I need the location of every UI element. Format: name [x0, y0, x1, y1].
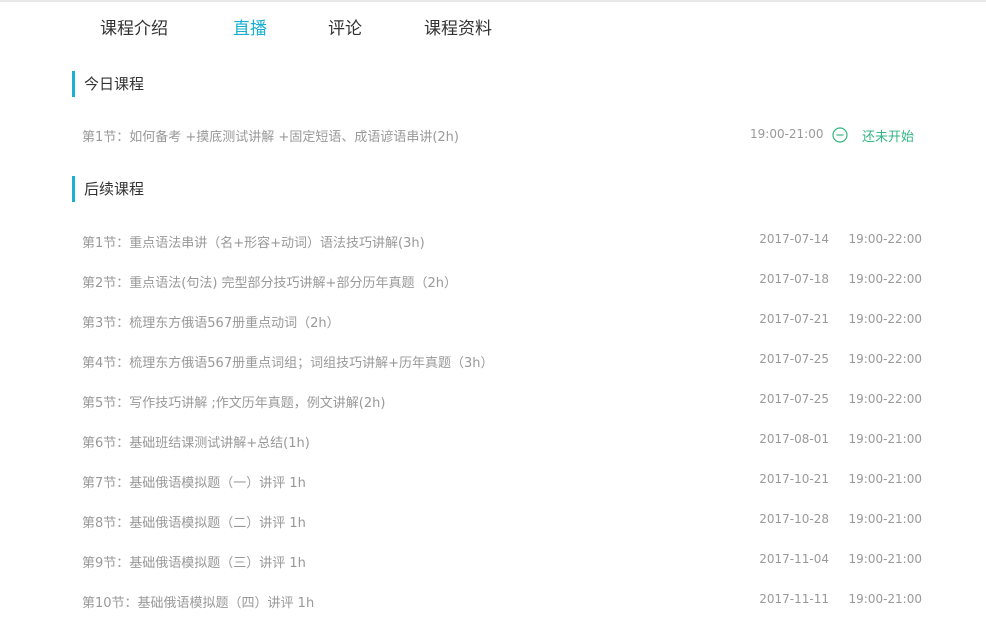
lesson-date: 2017-07-21 — [759, 312, 829, 326]
lesson-time: 19:00-22:00 — [848, 312, 923, 326]
lesson-row[interactable]: 第1节：重点语法串讲（名+形容+动词）语法技巧讲解(3h) 2017-07-14 1… — [82, 232, 922, 252]
lesson-time: 19:00-22:00 — [848, 352, 923, 366]
lesson-row[interactable]: 第8节：基础俄语模拟题（二）讲评 1h 2017-10-28 19:00-21:00 — [82, 512, 922, 532]
lesson-row[interactable]: 第7节：基础俄语模拟题（一）讲评 1h 2017-10-21 19:00-21:00 — [82, 472, 922, 492]
lesson-time: 19:00-22:00 — [848, 272, 923, 286]
lesson-date: 2017-10-21 — [759, 472, 829, 486]
today-lesson-time: 19:00-21:00 — [750, 127, 824, 141]
tab-course-materials[interactable]: 课程资料 — [424, 14, 492, 39]
lesson-time: 19:00-21:00 — [848, 472, 923, 486]
today-section-title: 今日课程 — [72, 71, 144, 97]
lesson-row[interactable]: 第6节：基础班结课测试讲解+总结(1h) 2017-08-01 19:00-21:0… — [82, 432, 922, 452]
lesson-name: 第9节：基础俄语模拟题（三）讲评 1h — [82, 556, 306, 571]
tab-comments[interactable]: 评论 — [328, 14, 362, 39]
lesson-time: 19:00-21:00 — [848, 592, 923, 606]
tab-course-intro[interactable]: 课程介绍 — [100, 14, 168, 39]
lesson-date: 2017-11-11 — [759, 592, 829, 606]
lesson-date: 2017-07-18 — [759, 272, 829, 286]
lesson-date: 2017-08-01 — [759, 432, 829, 446]
minus-circle-icon — [832, 127, 848, 143]
lesson-name: 第5节：写作技巧讲解 ;作文历年真题，例文讲解(2h) — [82, 396, 386, 411]
upcoming-section-title: 后续课程 — [72, 176, 144, 202]
lesson-date: 2017-10-28 — [759, 512, 829, 526]
lesson-date: 2017-07-14 — [759, 232, 829, 246]
lesson-row[interactable]: 第2节：重点语法(句法) 完型部分技巧讲解+部分历年真题（2h） 2017-07-… — [82, 272, 922, 292]
course-tabs: 课程介绍 直播 评论 课程资料 — [0, 0, 986, 52]
lesson-date: 2017-07-25 — [759, 392, 829, 406]
lesson-row[interactable]: 第3节：梳理东方俄语567册重点动词（2h） 2017-07-21 19:00-22… — [82, 312, 922, 332]
lesson-name: 第6节：基础班结课测试讲解+总结(1h) — [82, 436, 310, 451]
lesson-name: 第3节：梳理东方俄语567册重点动词（2h） — [82, 316, 340, 331]
today-lesson-status: 还未开始 — [862, 130, 915, 145]
lesson-name: 第2节：重点语法(句法) 完型部分技巧讲解+部分历年真题（2h） — [82, 276, 457, 291]
tab-live[interactable]: 直播 — [233, 14, 267, 39]
lesson-time: 19:00-21:00 — [848, 552, 923, 566]
lesson-time: 19:00-22:00 — [848, 392, 923, 406]
lesson-row[interactable]: 第5节：写作技巧讲解 ;作文历年真题，例文讲解(2h) 2017-07-25 19:… — [82, 392, 922, 412]
lesson-time: 19:00-21:00 — [848, 432, 923, 446]
lesson-time: 19:00-22:00 — [848, 232, 923, 246]
lesson-name: 第8节：基础俄语模拟题（二）讲评 1h — [82, 516, 306, 531]
today-lesson-name: 第1节：如何备考 +摸底测试讲解 +固定短语、成语谚语串讲(2h) — [82, 130, 459, 145]
lesson-name: 第10节：基础俄语模拟题（四）讲评 1h — [82, 596, 315, 611]
lesson-date: 2017-11-04 — [759, 552, 829, 566]
lesson-date: 2017-07-25 — [759, 352, 829, 366]
lesson-time: 19:00-21:00 — [848, 512, 923, 526]
lesson-name: 第4节：梳理东方俄语567册重点词组；词组技巧讲解+历年真题（3h） — [82, 356, 494, 371]
lesson-name: 第1节：重点语法串讲（名+形容+动词）语法技巧讲解(3h) — [82, 236, 425, 251]
lesson-row[interactable]: 第9节：基础俄语模拟题（三）讲评 1h 2017-11-04 19:00-21:00 — [82, 552, 922, 572]
lesson-name: 第7节：基础俄语模拟题（一）讲评 1h — [82, 476, 306, 491]
today-lesson-row[interactable]: 第1节：如何备考 +摸底测试讲解 +固定短语、成语谚语串讲(2h) 19:00-… — [82, 126, 922, 146]
lesson-row[interactable]: 第4节：梳理东方俄语567册重点词组；词组技巧讲解+历年真题（3h） 2017-0… — [82, 352, 922, 372]
lesson-row[interactable]: 第10节：基础俄语模拟题（四）讲评 1h 2017-11-11 19:00-21:0… — [82, 592, 922, 612]
